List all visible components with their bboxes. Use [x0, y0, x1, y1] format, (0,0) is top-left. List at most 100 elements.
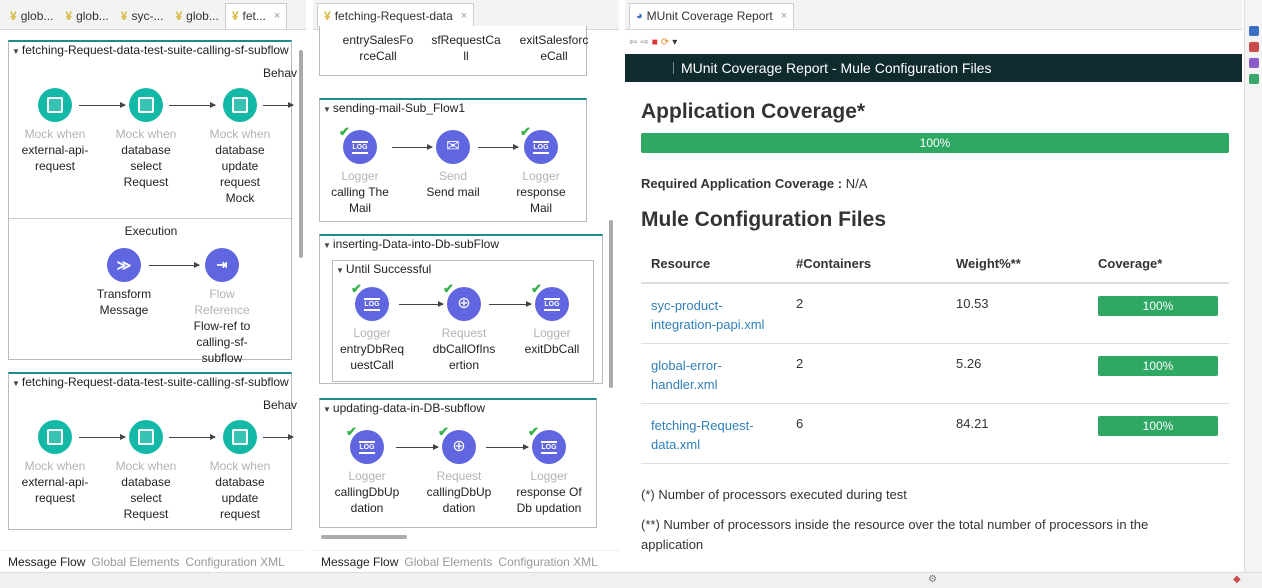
footnote-weight: (**) Number of processors inside the res…	[641, 517, 1149, 552]
resource-link[interactable]: global-error-handler.xml	[641, 343, 786, 404]
column-header: #Containers	[786, 245, 946, 284]
munit-report-pane: ◕ MUnit Coverage Report × ⇦ ⇨ ■ ⟳ ▾ MUnit …	[625, 0, 1242, 572]
flow-container[interactable]: ▼ updating-data-in-DB-subflow ✔ LOG Logger…	[319, 398, 597, 528]
node-name: exitDbCall	[524, 342, 580, 356]
coverage-bar: 100%	[1098, 355, 1218, 376]
mule-icon: ¥	[10, 9, 17, 23]
http-request-node[interactable]: ✔ ⊕ Request callingDbUp dation	[424, 424, 494, 516]
http-request-node[interactable]: ✔ ⊕ Request dbCallOfIns ertion	[429, 281, 499, 373]
forward-icon[interactable]: ⇨	[640, 37, 648, 48]
logger-node[interactable]: ✔ LOG Logger response Of Db updation	[514, 424, 584, 516]
tab-global-elements[interactable]: Global Elements	[91, 555, 179, 569]
tab-configuration-xml[interactable]: Configuration XML	[498, 555, 597, 569]
collapse-icon[interactable]: ▼	[323, 241, 331, 250]
mail-icon: ✉	[436, 130, 470, 164]
stop-icon[interactable]: ■	[652, 37, 658, 48]
node-kind: Request	[436, 469, 482, 483]
mule-icon: ¥	[231, 9, 239, 23]
node-name: external-api-request	[21, 475, 89, 505]
logger-node[interactable]: ✔ LOG Logger entryDbReq uestCall	[337, 281, 407, 373]
table-row: syc-product-integration-papi.xml 2 10.53…	[641, 283, 1229, 344]
check-icon: ✔	[520, 124, 531, 139]
tab-label: glob...	[186, 9, 219, 23]
refresh-icon[interactable]: ⟳	[661, 37, 669, 48]
close-icon[interactable]: ×	[781, 10, 787, 22]
tab-message-flow[interactable]: Message Flow	[321, 555, 398, 569]
flow-container[interactable]: ▼ sending-mail-Sub_Flow1 ✔ LOG Logger call…	[319, 98, 587, 222]
flow-container[interactable]: ▼ fetching-Request-data-test-suite-callin…	[8, 40, 297, 365]
tab-global-elements[interactable]: Global Elements	[404, 555, 492, 569]
properties-icon[interactable]	[1248, 74, 1259, 84]
transform-message-node[interactable]: ≫ Transform Message	[89, 248, 159, 318]
node-name[interactable]: exitSalesforc eCall	[516, 32, 592, 64]
flow-container[interactable]: ▼ inserting-Data-into-Db-subFlow ▼ Until S…	[319, 234, 603, 384]
collapse-icon[interactable]: ▼	[12, 379, 20, 388]
horizontal-scrollbar[interactable]	[321, 535, 407, 539]
check-icon: ✔	[339, 124, 350, 139]
collapse-icon[interactable]: ▼	[323, 105, 331, 114]
flow-arrow	[263, 434, 294, 440]
resource-link[interactable]: syc-product-integration-papi.xml	[641, 283, 786, 344]
until-successful-scope[interactable]: ▼ Until Successful ✔ LOG Logger entryDbReq…	[332, 260, 594, 382]
collapse-icon[interactable]: ▼	[323, 405, 331, 414]
application-coverage-title: Application Coverage*	[641, 100, 866, 123]
coverage-cell: 100%	[1088, 403, 1229, 464]
node-name: calling The Mail	[331, 185, 389, 215]
coverage-table: Resource #Containers Weight%** Coverage*…	[641, 245, 1229, 464]
node-kind: Logger	[530, 469, 568, 483]
mock-when-node[interactable]: Mock when database update request	[205, 420, 275, 522]
flow-reference-node[interactable]: ⇥ Flow Reference Flow-ref to calling-sf-…	[187, 248, 257, 366]
weight-cell: 84.21	[946, 403, 1088, 464]
logger-node[interactable]: ✔ LOG Logger callingDbUp dation	[332, 424, 402, 516]
mock-when-node[interactable]: Mock when database select Request	[111, 420, 181, 522]
editor-tab-3[interactable]: ¥ syc-...	[115, 3, 170, 29]
mule-icon: ¥	[175, 9, 183, 23]
status-icon[interactable]: ⚙	[928, 574, 937, 585]
editor-tab-5[interactable]: ¥ fet... ×	[224, 3, 288, 29]
outline-icon[interactable]	[1248, 26, 1259, 36]
node-kind: Logger	[533, 326, 571, 340]
dropdown-icon[interactable]: ▾	[672, 37, 677, 48]
mock-icon	[129, 420, 163, 454]
collapse-icon[interactable]: ▼	[12, 47, 20, 56]
mock-when-node[interactable]: Mock when external-api-request	[20, 420, 90, 506]
logger-icon: ✔ LOG	[346, 424, 384, 464]
editor-tab-4[interactable]: ¥ glob...	[169, 3, 224, 29]
close-icon[interactable]: ×	[274, 10, 280, 22]
problems-icon[interactable]	[1248, 42, 1259, 52]
vertical-scrollbar[interactable]	[609, 220, 613, 388]
editor-tab-2[interactable]: ¥ glob...	[59, 3, 114, 29]
mule-icon: ¥	[324, 9, 331, 23]
logger-icon: ✔ LOG	[520, 124, 558, 164]
report-header: MUnit Coverage Report - Mule Configurati…	[625, 54, 1242, 82]
node-name[interactable]: sfRequestCa ll	[428, 32, 504, 64]
mock-when-node[interactable]: Mock when database select Request	[111, 88, 181, 190]
coverage-bar: 100%	[1098, 415, 1218, 436]
notification-icon[interactable]: ◆	[1233, 574, 1241, 585]
send-mail-node[interactable]: ✉ Send Send mail	[418, 130, 488, 200]
flow-title: ▼ inserting-Data-into-Db-subFlow	[320, 236, 602, 254]
containers-cell: 6	[786, 403, 946, 464]
flow-container[interactable]: entrySalesFo rceCall sfRequestCa ll exit…	[319, 26, 588, 76]
logger-node[interactable]: ✔ LOG Logger calling The Mail	[325, 124, 395, 216]
collapse-icon[interactable]: ▼	[336, 266, 344, 275]
weight-cell: 10.53	[946, 283, 1088, 344]
back-icon[interactable]: ⇦	[629, 37, 637, 48]
node-name[interactable]: entrySalesFo rceCall	[340, 32, 416, 64]
logger-node[interactable]: ✔ LOG Logger response Mail	[506, 124, 576, 216]
globe-icon: ✔ ⊕	[438, 424, 476, 464]
browser-icon: ◕	[636, 10, 643, 22]
tab-munit-report[interactable]: ◕ MUnit Coverage Report ×	[629, 3, 795, 29]
section-behavior-label: Behav	[263, 398, 298, 412]
palette-icon[interactable]	[1248, 58, 1259, 68]
tab-configuration-xml[interactable]: Configuration XML	[185, 555, 284, 569]
vertical-scrollbar[interactable]	[299, 50, 303, 258]
editor-tab-1[interactable]: ¥ glob...	[4, 3, 59, 29]
close-icon[interactable]: ×	[461, 10, 467, 22]
mock-when-node[interactable]: Mock when external-api-request	[20, 88, 90, 174]
tab-message-flow[interactable]: Message Flow	[8, 555, 85, 569]
flow-container[interactable]: ▼ fetching-Request-data-test-suite-callin…	[8, 372, 297, 530]
logger-node[interactable]: ✔ LOG Logger exitDbCall	[517, 281, 587, 357]
check-icon: ✔	[443, 281, 454, 296]
resource-link[interactable]: fetching-Request-data.xml	[641, 403, 786, 464]
